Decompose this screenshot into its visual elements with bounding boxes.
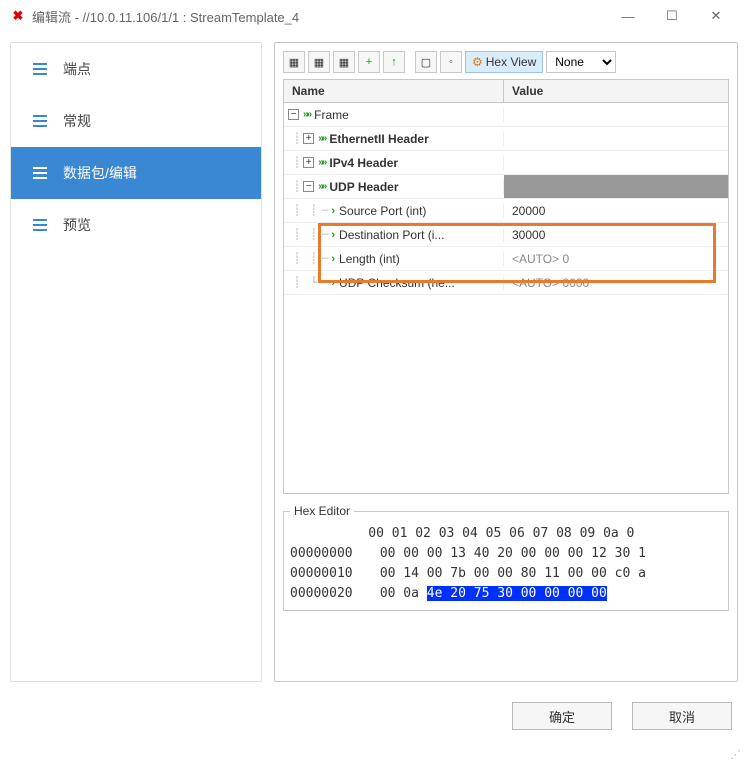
- hexview-toggle[interactable]: ⚙ Hex View: [465, 51, 543, 73]
- column-header-name[interactable]: Name: [284, 80, 504, 102]
- toolbar-btn-2[interactable]: ▦: [308, 51, 330, 73]
- tree-row-frame[interactable]: − »» Frame: [284, 103, 728, 127]
- titlebar: ✖ 编辑流 - //10.0.11.106/1/1 : StreamTempla…: [0, 0, 748, 32]
- chevron-right-icon: ›: [331, 277, 335, 289]
- footer: 确定 取消: [0, 692, 748, 740]
- tree-row-udp[interactable]: ┊ − »» UDP Header: [284, 175, 728, 199]
- packet-tree-table: Name Value − »» Frame ┊ + »»: [283, 79, 729, 494]
- sidebar-item-label: 数据包/编辑: [63, 163, 137, 183]
- menu-icon: [33, 63, 47, 75]
- resize-grip-icon[interactable]: ⋰: [730, 748, 744, 762]
- tree-row-checksum[interactable]: ┊ └ ┈ › UDP Checksum (he... <AUTO> 0000: [284, 271, 728, 295]
- content-panel: ▦ ▦ ▦ + ↑ ▢ ◦ ⚙ Hex View None Name Value: [274, 42, 738, 682]
- sidebar-item-label: 常规: [63, 111, 91, 131]
- sidebar-item-endpoint[interactable]: 端点: [11, 43, 261, 95]
- sidebar: 端点 常规 数据包/编辑 预览: [10, 42, 262, 682]
- tree-row-srcport[interactable]: ┊ ┊ ┈ › Source Port (int) 20000: [284, 199, 728, 223]
- minimize-button[interactable]: —: [606, 2, 650, 30]
- app-logo-icon: ✖: [10, 8, 26, 24]
- toolbar-btn-6[interactable]: ▢: [415, 51, 437, 73]
- hex-editor: Hex Editor 00 01 02 03 04 05 06 07 08 09…: [283, 504, 729, 611]
- menu-icon: [33, 219, 47, 231]
- chevrons-icon: »»: [318, 157, 325, 168]
- tree-row-dstport[interactable]: ┊ ┊ ┈ › Destination Port (i... 30000: [284, 223, 728, 247]
- chevron-right-icon: ›: [331, 229, 335, 241]
- chevrons-icon: »»: [318, 133, 325, 144]
- chevrons-icon: »»: [318, 181, 325, 192]
- expand-icon[interactable]: +: [303, 133, 314, 144]
- sidebar-item-preview[interactable]: 预览: [11, 199, 261, 251]
- tree-row-length[interactable]: ┊ ┊ ┈ › Length (int) <AUTO> 0: [284, 247, 728, 271]
- maximize-button[interactable]: ☐: [650, 2, 694, 30]
- cancel-button[interactable]: 取消: [632, 702, 732, 730]
- menu-icon: [33, 167, 47, 179]
- view-select[interactable]: None: [546, 51, 616, 73]
- ok-button[interactable]: 确定: [512, 702, 612, 730]
- menu-icon: [33, 115, 47, 127]
- collapse-icon[interactable]: −: [303, 181, 314, 192]
- sidebar-item-packet-edit[interactable]: 数据包/编辑: [11, 147, 261, 199]
- tree-row-ipv4[interactable]: ┊ + »» IPv4 Header: [284, 151, 728, 175]
- tree-row-ethernet[interactable]: ┊ + »» EthernetII Header: [284, 127, 728, 151]
- toolbar-up-button[interactable]: ↑: [383, 51, 405, 73]
- dstport-value[interactable]: 30000: [504, 228, 728, 242]
- sidebar-item-general[interactable]: 常规: [11, 95, 261, 147]
- toolbar: ▦ ▦ ▦ + ↑ ▢ ◦ ⚙ Hex View None: [283, 51, 729, 79]
- sidebar-item-label: 预览: [63, 215, 91, 235]
- chevron-right-icon: ›: [331, 253, 335, 265]
- sidebar-item-label: 端点: [63, 59, 91, 79]
- chevron-right-icon: ›: [331, 205, 335, 217]
- column-header-value[interactable]: Value: [504, 80, 728, 102]
- expand-icon[interactable]: +: [303, 157, 314, 168]
- srcport-value[interactable]: 20000: [504, 204, 728, 218]
- window-title: 编辑流 - //10.0.11.106/1/1 : StreamTemplate…: [32, 7, 606, 26]
- hex-editor-title: Hex Editor: [290, 504, 354, 518]
- toolbar-btn-1[interactable]: ▦: [283, 51, 305, 73]
- chevrons-icon: »»: [303, 109, 310, 120]
- hex-content[interactable]: 00 01 02 03 04 05 06 07 08 09 0a 0 00000…: [290, 524, 722, 604]
- toolbar-btn-3[interactable]: ▦: [333, 51, 355, 73]
- close-button[interactable]: ✕: [694, 2, 738, 30]
- collapse-icon[interactable]: −: [288, 109, 299, 120]
- toolbar-add-button[interactable]: +: [358, 51, 380, 73]
- toolbar-btn-7[interactable]: ◦: [440, 51, 462, 73]
